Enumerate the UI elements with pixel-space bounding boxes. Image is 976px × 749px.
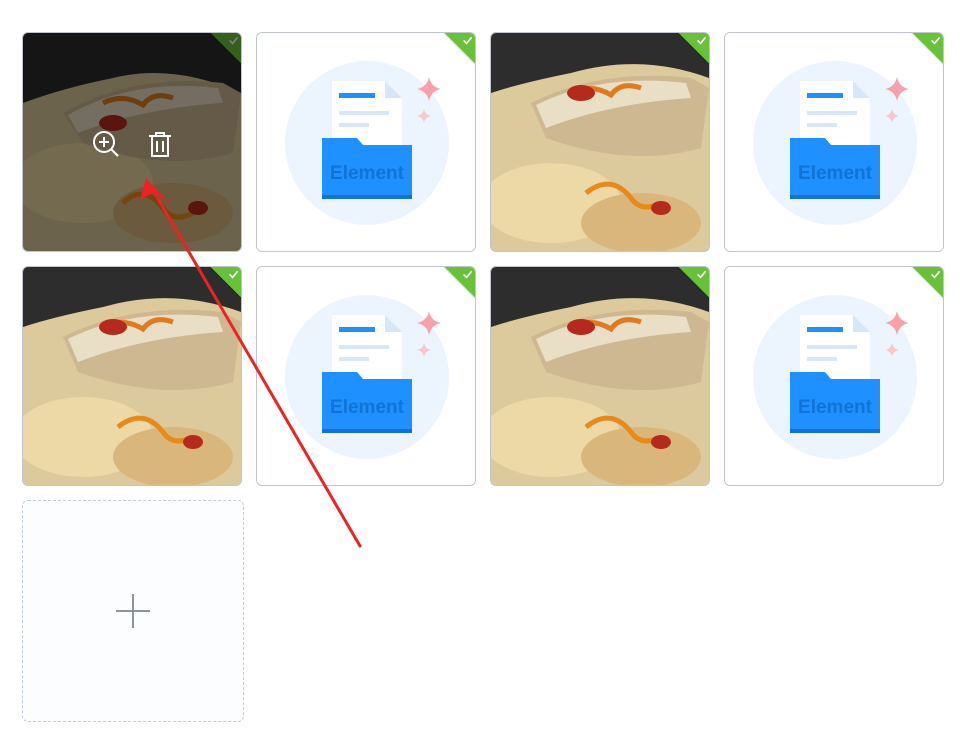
preview-button[interactable] <box>91 129 121 159</box>
check-icon <box>463 270 473 279</box>
check-icon <box>697 36 707 45</box>
upload-item-1[interactable] <box>22 32 242 252</box>
element-file-label: Element <box>798 397 873 418</box>
element-file-label: Element <box>798 163 873 184</box>
food-thumbnail-image <box>23 267 241 485</box>
upload-item-4[interactable]: Element <box>724 32 944 252</box>
check-icon <box>229 270 239 279</box>
item-actions-overlay <box>23 33 241 251</box>
upload-item-5[interactable] <box>22 266 242 486</box>
upload-item-7[interactable] <box>490 266 710 486</box>
delete-button[interactable] <box>145 129 175 159</box>
food-thumbnail-image <box>491 33 709 251</box>
check-icon <box>697 270 707 279</box>
delete-icon <box>149 132 171 157</box>
element-file-label: Element <box>330 163 405 184</box>
check-icon <box>931 270 941 279</box>
element-file-image: Element <box>725 267 943 485</box>
upload-item-6[interactable]: Element <box>256 266 476 486</box>
plus-icon <box>116 594 150 628</box>
check-icon <box>931 36 941 45</box>
upload-trigger-button[interactable] <box>22 500 244 722</box>
zoom-in-icon <box>93 131 119 157</box>
check-icon <box>463 36 473 45</box>
upload-item-2[interactable]: Element <box>256 32 476 252</box>
food-thumbnail-image <box>491 267 709 485</box>
element-file-image: Element <box>257 33 475 251</box>
upload-item-8[interactable]: Element <box>724 266 944 486</box>
element-file-image: Element <box>257 267 475 485</box>
element-file-label: Element <box>330 397 405 418</box>
upload-item-3[interactable] <box>490 32 710 252</box>
element-file-image: Element <box>725 33 943 251</box>
